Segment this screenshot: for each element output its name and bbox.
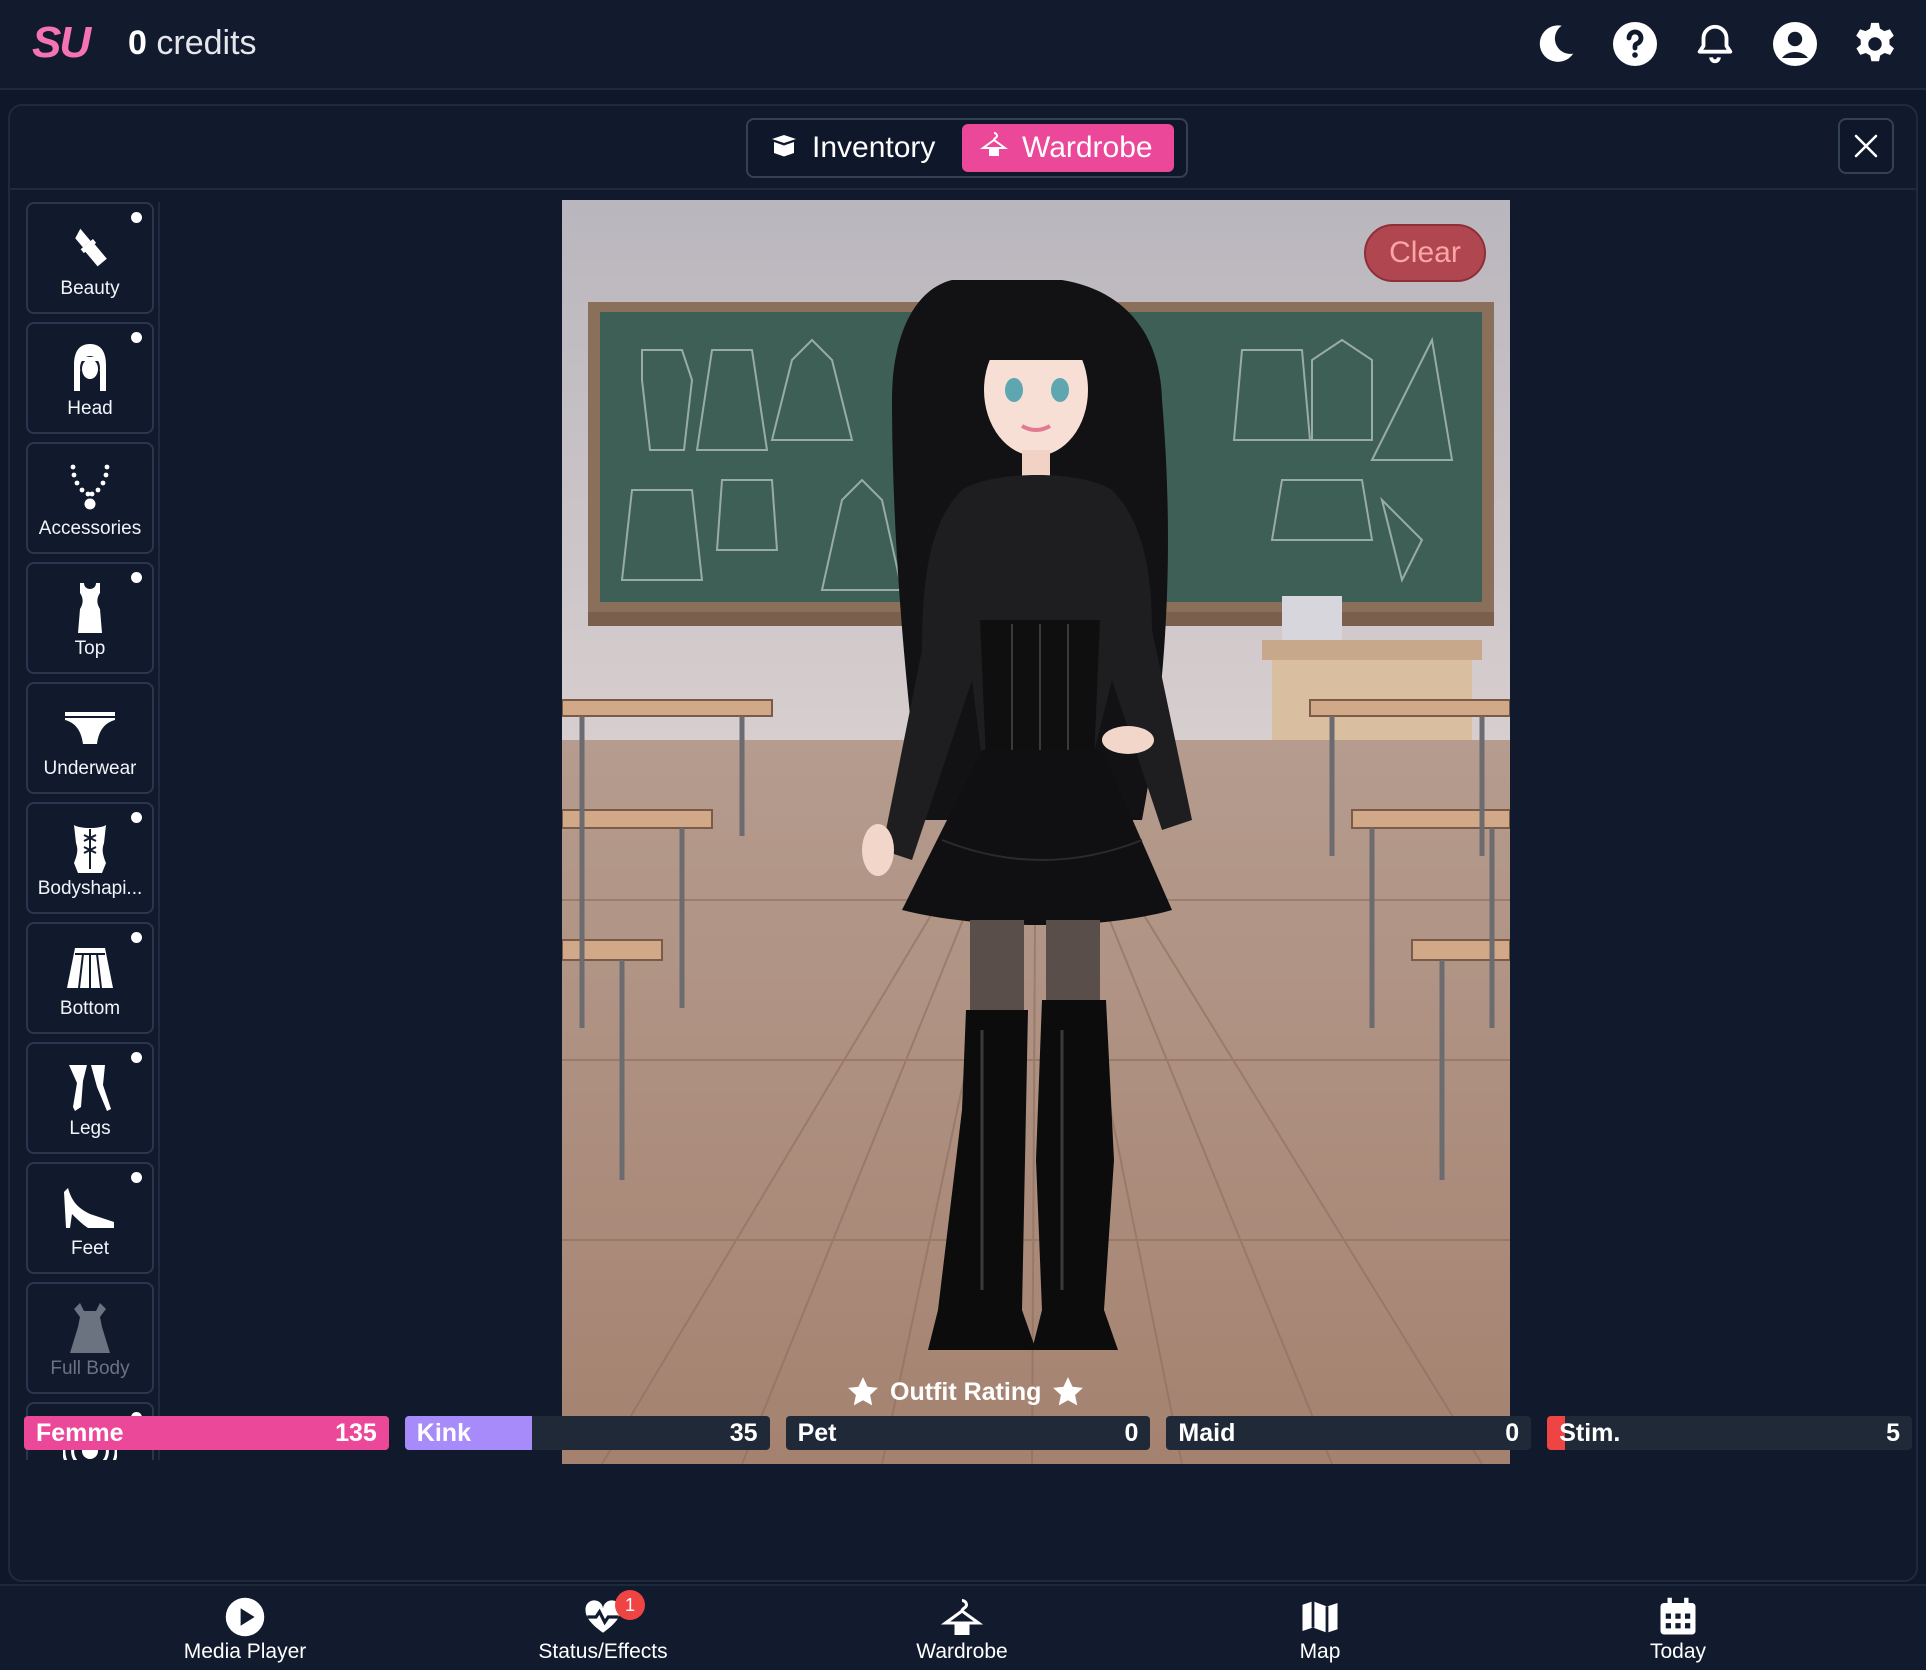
nav-wardrobe[interactable]: Wardrobe bbox=[852, 1596, 1072, 1664]
category-underwear[interactable]: Underwear bbox=[26, 682, 154, 794]
star-icon bbox=[1053, 1377, 1084, 1406]
equipped-dot bbox=[131, 332, 142, 343]
bell-icon[interactable] bbox=[1690, 18, 1740, 70]
tab-group: Inventory Wardrobe bbox=[746, 118, 1188, 178]
stat-femme: Femme 135 bbox=[24, 1416, 389, 1450]
tab-inventory[interactable]: Inventory bbox=[752, 124, 956, 172]
stat-value: 5 bbox=[1886, 1419, 1900, 1447]
notification-badge: 1 bbox=[615, 1590, 645, 1620]
underwear-icon bbox=[28, 698, 152, 758]
nav-media-player[interactable]: Media Player bbox=[135, 1596, 355, 1664]
category-label: Top bbox=[74, 638, 106, 659]
tab-wardrobe[interactable]: Wardrobe bbox=[962, 124, 1174, 172]
high-heel-icon bbox=[28, 1178, 152, 1238]
credits-value: 0 bbox=[128, 24, 147, 62]
app-logo[interactable]: SU bbox=[32, 18, 91, 68]
category-legs[interactable]: Legs bbox=[26, 1042, 154, 1154]
category-beauty[interactable]: Beauty bbox=[26, 202, 154, 314]
wardrobe-modal: Inventory Wardrobe Beauty Head Accessori… bbox=[8, 104, 1918, 1582]
rating-stats: Femme 135 Kink 35 Pet 0 Maid 0 Stim. 5 bbox=[24, 1416, 1912, 1450]
nav-today[interactable]: Today bbox=[1568, 1596, 1788, 1664]
stat-value: 0 bbox=[1505, 1419, 1520, 1447]
calendar-icon bbox=[1660, 1597, 1696, 1635]
category-full-body[interactable]: Full Body bbox=[26, 1282, 154, 1394]
play-icon bbox=[225, 1597, 265, 1637]
necklace-icon bbox=[28, 458, 152, 518]
credits-display: 0 credits bbox=[128, 24, 257, 63]
stat-name: Stim. bbox=[1559, 1419, 1621, 1447]
top-bar: SU 0 credits bbox=[0, 0, 1926, 90]
nav-status-effects[interactable]: 1 Status/Effects bbox=[493, 1590, 713, 1664]
lipstick-icon bbox=[28, 218, 152, 278]
nav-map[interactable]: Map bbox=[1210, 1596, 1430, 1664]
stat-name: Pet bbox=[797, 1419, 837, 1447]
category-feet[interactable]: Feet bbox=[26, 1162, 154, 1274]
equipped-dot bbox=[131, 812, 142, 823]
classroom-scene bbox=[562, 200, 1510, 1464]
category-bottom[interactable]: Bottom bbox=[26, 922, 154, 1034]
category-accessories[interactable]: Accessories bbox=[26, 442, 154, 554]
stat-value: 135 bbox=[335, 1419, 377, 1447]
top-icon-group bbox=[1530, 18, 1900, 70]
skirt-icon bbox=[28, 938, 152, 998]
stockings-icon bbox=[28, 1058, 152, 1118]
clear-button[interactable]: Clear bbox=[1364, 224, 1486, 282]
category-label: Bodyshapi... bbox=[37, 878, 143, 899]
category-label: Head bbox=[67, 398, 113, 419]
bottom-navigation: Media Player 1 Status/Effects Wardrobe M… bbox=[0, 1584, 1926, 1670]
category-label: Bottom bbox=[59, 998, 121, 1019]
nav-label: Status/Effects bbox=[538, 1640, 668, 1663]
credits-label: credits bbox=[156, 24, 257, 62]
category-label: Feet bbox=[70, 1238, 110, 1259]
category-head[interactable]: Head bbox=[26, 322, 154, 434]
close-icon bbox=[1854, 134, 1878, 158]
nav-label: Today bbox=[1649, 1640, 1707, 1663]
nav-label: Media Player bbox=[183, 1640, 307, 1663]
character-preview: Clear bbox=[562, 200, 1510, 1464]
stat-name: Femme bbox=[36, 1419, 124, 1447]
star-icon bbox=[848, 1377, 878, 1406]
outfit-rating-title: Outfit Rating bbox=[846, 1370, 1085, 1414]
category-label: Underwear bbox=[43, 758, 137, 779]
stat-name: Kink bbox=[416, 1419, 471, 1447]
moon-icon[interactable] bbox=[1530, 18, 1580, 70]
equipped-dot bbox=[131, 1172, 142, 1183]
stat-maid: Maid 0 bbox=[1166, 1416, 1532, 1450]
nav-label: Wardrobe bbox=[916, 1640, 1008, 1663]
category-sidebar: Beauty Head Accessories Top Underwear Bo… bbox=[24, 202, 160, 1460]
tab-inventory-label: Inventory bbox=[812, 131, 936, 164]
help-icon[interactable] bbox=[1610, 18, 1660, 70]
user-icon[interactable] bbox=[1770, 18, 1820, 70]
stat-stim: Stim. 5 bbox=[1547, 1416, 1912, 1450]
category-label: Accessories bbox=[38, 518, 142, 539]
category-label: Legs bbox=[69, 1118, 111, 1139]
equipped-dot bbox=[131, 932, 142, 943]
stat-kink: Kink 35 bbox=[404, 1416, 770, 1450]
category-bodyshaping[interactable]: Bodyshapi... bbox=[26, 802, 154, 914]
modal-header: Inventory Wardrobe bbox=[10, 106, 1916, 190]
category-label: Full Body bbox=[50, 1358, 130, 1379]
stat-value: 0 bbox=[1124, 1419, 1139, 1447]
equipped-dot bbox=[131, 1052, 142, 1063]
box-icon bbox=[770, 131, 798, 165]
tab-wardrobe-label: Wardrobe bbox=[1022, 131, 1153, 164]
hanger-icon bbox=[941, 1599, 983, 1635]
gear-icon[interactable] bbox=[1850, 18, 1900, 70]
nav-label: Map bbox=[1299, 1640, 1341, 1663]
hanger-icon bbox=[979, 130, 1009, 166]
hair-head-icon bbox=[28, 338, 152, 398]
equipped-dot bbox=[131, 572, 142, 583]
tank-top-icon bbox=[28, 578, 152, 638]
equipped-dot bbox=[131, 212, 142, 223]
outfit-rating-label: Outfit Rating bbox=[890, 1377, 1042, 1406]
stat-value: 35 bbox=[729, 1419, 758, 1447]
category-top[interactable]: Top bbox=[26, 562, 154, 674]
dress-icon bbox=[28, 1298, 152, 1358]
stat-name: Maid bbox=[1178, 1419, 1236, 1447]
category-label: Beauty bbox=[60, 278, 120, 299]
stat-pet: Pet 0 bbox=[785, 1416, 1151, 1450]
corset-icon bbox=[28, 818, 152, 878]
map-icon bbox=[1302, 1601, 1338, 1633]
close-button[interactable] bbox=[1838, 118, 1894, 174]
